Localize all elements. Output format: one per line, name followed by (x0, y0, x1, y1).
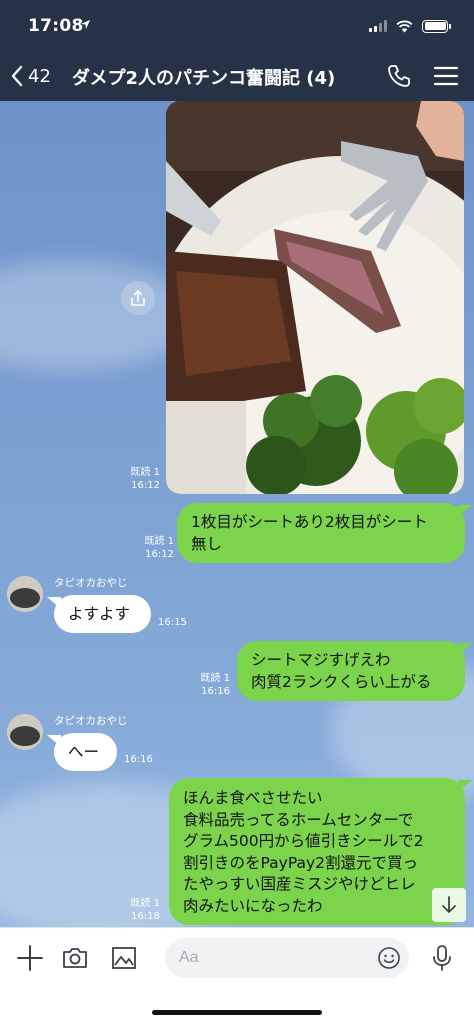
timestamp: 16:16 (124, 754, 153, 765)
message-line: よすよす (68, 605, 131, 623)
steak-image (166, 101, 464, 494)
wifi-icon (396, 20, 413, 32)
message-bubble-m4[interactable]: へー (54, 733, 117, 771)
menu-icon[interactable] (432, 62, 460, 90)
location-arrow-icon (80, 19, 91, 30)
message-bubble-m5[interactable]: ほんま食べさせたい 食料品売ってるホームセンターで グラム500円から値引きシー… (169, 778, 465, 925)
top-bar: 17:08 42 ダメプ2人のパチンコ奮闘記 (4) (0, 0, 474, 101)
message-line: 肉みたいになったわ (183, 896, 323, 915)
m3-meta: 既読 1 16:16 (190, 672, 230, 698)
status-indicators (369, 18, 451, 34)
back-icon (11, 65, 23, 87)
message-bubble-m3[interactable]: シートマジすげえわ 肉質2ランクくらい上がる (237, 641, 465, 701)
input-bar (0, 927, 474, 1024)
plus-icon[interactable] (16, 944, 44, 972)
avatar-image (7, 576, 43, 612)
timestamp: 16:15 (158, 617, 187, 628)
steak-photo[interactable] (166, 101, 464, 494)
m5-meta: 既読 1 16:18 (120, 897, 160, 923)
message-input[interactable] (179, 946, 369, 970)
signal-icon (369, 20, 387, 32)
message-line: 食料品売ってるホームセンターで (183, 810, 414, 829)
read-receipt: 既読 1 (144, 536, 174, 547)
m1-meta: 既読 1 16:12 (134, 535, 174, 561)
chat-area[interactable]: 既読 1 16:12 既読 1 16:12 1枚目がシートあり2枚目がシート 無… (0, 101, 474, 927)
message-line: グラム500円から値引きシールで2 (183, 832, 424, 850)
timestamp: 16:18 (131, 911, 160, 922)
avatar-image (7, 714, 43, 750)
sender-name: タピオカおやじ (54, 715, 128, 727)
read-receipt: 既読 1 (200, 673, 230, 684)
share-button[interactable] (121, 281, 155, 315)
back-button[interactable]: 42 (10, 60, 51, 92)
message-bubble-m1[interactable]: 1枚目がシートあり2枚目がシート 無し (177, 503, 465, 563)
timestamp: 16:16 (201, 686, 230, 697)
image-icon[interactable] (110, 944, 138, 972)
message-line: ほんま食べさせたい (183, 789, 323, 807)
message-input-box[interactable] (165, 938, 409, 978)
timestamp: 16:12 (131, 480, 160, 491)
unread-count: 42 (28, 65, 51, 87)
read-receipt: 既読 1 (130, 467, 160, 478)
message-line: 肉質2ランクくらい上がる (251, 673, 432, 691)
photo-meta: 既読 1 16:12 (120, 466, 160, 492)
sender-name: タピオカおやじ (54, 577, 128, 589)
emoji-icon[interactable] (377, 946, 401, 970)
phone-icon[interactable] (385, 62, 413, 90)
read-receipt: 既読 1 (130, 898, 160, 909)
mic-icon[interactable] (428, 944, 456, 972)
avatar[interactable] (7, 714, 43, 750)
message-line: シートマジすげえわ (251, 651, 391, 669)
chat-title: ダメプ2人のパチンコ奮闘記 (4) (72, 68, 336, 89)
message-bubble-m2[interactable]: よすよす (54, 595, 151, 633)
home-indicator (152, 1010, 322, 1015)
message-line: たやっすい国産ミスジやけどヒレ (183, 875, 416, 893)
message-line: へー (68, 743, 100, 761)
message-line: 1枚目がシートあり2枚目がシート (191, 513, 428, 531)
share-icon (131, 290, 145, 306)
avatar[interactable] (7, 576, 43, 612)
scroll-down-button[interactable] (432, 888, 466, 922)
message-line: 無し (191, 535, 223, 553)
battery-icon (422, 19, 451, 33)
message-line: 割引きのをPayPay2割還元で買っ (183, 853, 419, 872)
status-time: 17:08 (28, 16, 84, 36)
scroll-down-icon (442, 896, 456, 913)
timestamp: 16:12 (145, 549, 174, 560)
camera-icon[interactable] (61, 944, 89, 972)
